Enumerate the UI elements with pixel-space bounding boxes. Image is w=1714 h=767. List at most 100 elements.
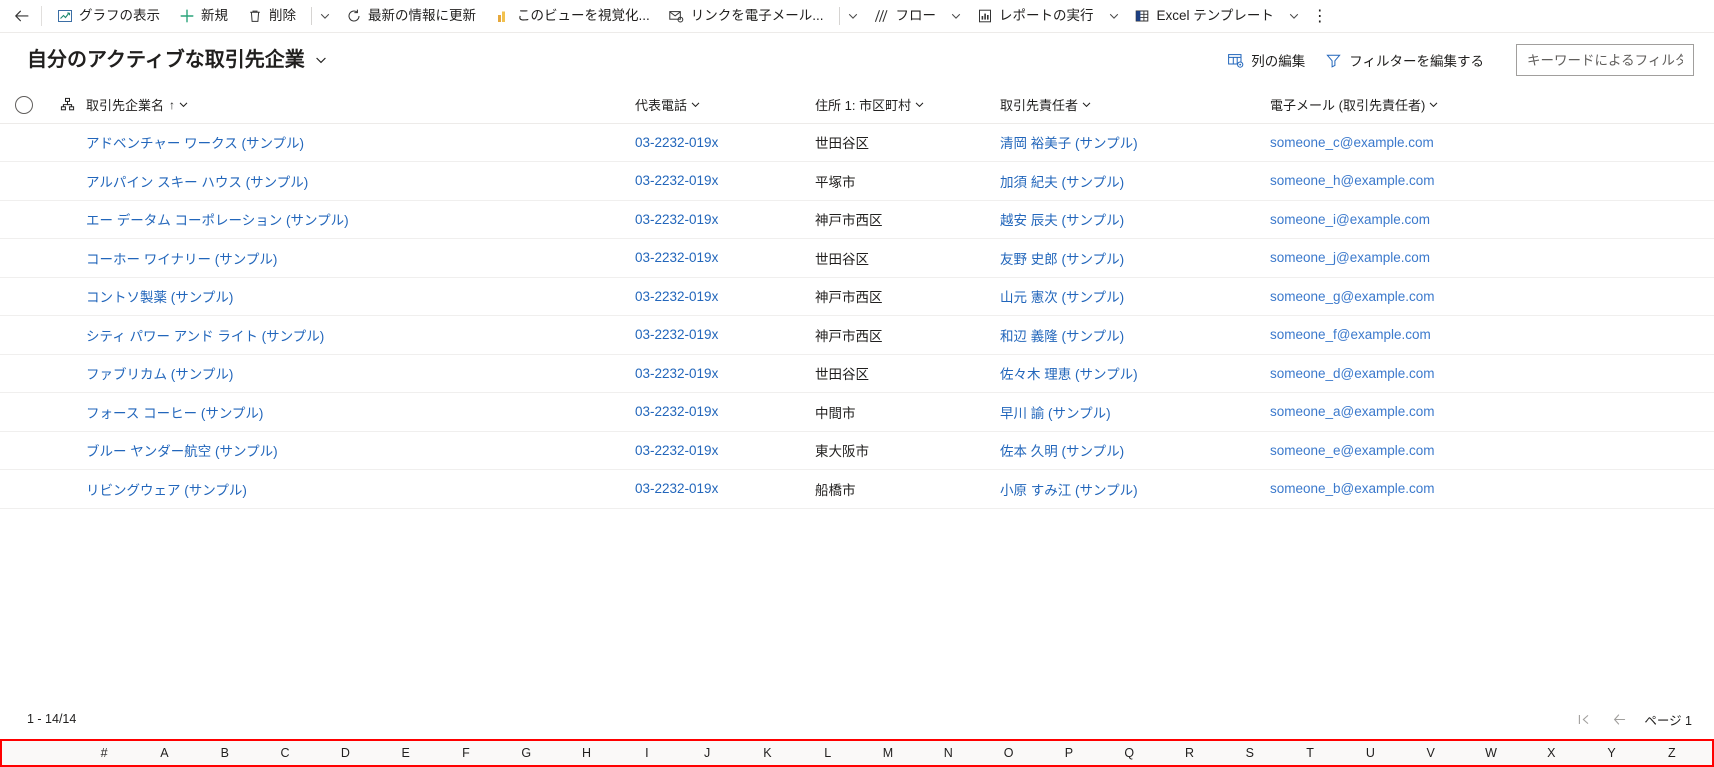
cell-email-text[interactable]: someone_b@example.com — [1270, 481, 1435, 496]
cell-email[interactable]: someone_a@example.com — [1270, 393, 1714, 432]
cell-email[interactable]: someone_f@example.com — [1270, 316, 1714, 355]
row-select-cell[interactable] — [0, 431, 48, 470]
cell-contact-text[interactable]: 早川 諭 (サンプル) — [1000, 406, 1111, 421]
chevron-down-icon[interactable] — [178, 99, 189, 110]
alpha-filter-f[interactable]: F — [436, 741, 496, 765]
cell-phone-text[interactable]: 03-2232-019x — [635, 443, 718, 458]
row-select-cell[interactable] — [0, 123, 48, 162]
cell-contact-text[interactable]: 佐々木 理恵 (サンプル) — [1000, 367, 1138, 382]
alpha-filter-h[interactable]: H — [556, 741, 616, 765]
search-input[interactable] — [1525, 51, 1685, 69]
row-select-cell[interactable] — [0, 200, 48, 239]
cell-phone-text[interactable]: 03-2232-019x — [635, 212, 718, 227]
cell-phone[interactable]: 03-2232-019x — [635, 431, 815, 470]
alpha-filter-hash[interactable]: # — [74, 741, 134, 765]
cell-phone-text[interactable]: 03-2232-019x — [635, 135, 718, 150]
cell-contact[interactable]: 友野 史郎 (サンプル) — [1000, 239, 1270, 278]
more-commands-icon[interactable]: ⋮ — [1305, 1, 1335, 31]
cell-phone[interactable]: 03-2232-019x — [635, 316, 815, 355]
cell-account-name-text[interactable]: エー データム コーポレーション (サンプル) — [86, 213, 349, 228]
cell-account-name[interactable]: アルパイン スキー ハウス (サンプル) — [86, 162, 635, 201]
cell-phone[interactable]: 03-2232-019x — [635, 393, 815, 432]
table-row[interactable]: フォース コーヒー (サンプル) 03-2232-019x 中間市 早川 諭 (サンプ… — [0, 393, 1714, 432]
table-row[interactable]: アルパイン スキー ハウス (サンプル) 03-2232-019x 平塚市 加須 紀夫… — [0, 162, 1714, 201]
cell-contact[interactable]: 加須 紀夫 (サンプル) — [1000, 162, 1270, 201]
cell-email[interactable]: someone_e@example.com — [1270, 431, 1714, 470]
alpha-filter-g[interactable]: G — [496, 741, 556, 765]
alpha-filter-z[interactable]: Z — [1642, 741, 1702, 765]
cell-email[interactable]: someone_j@example.com — [1270, 239, 1714, 278]
cell-email-text[interactable]: someone_e@example.com — [1270, 443, 1435, 458]
cell-contact[interactable]: 佐本 久明 (サンプル) — [1000, 431, 1270, 470]
cell-email[interactable]: someone_c@example.com — [1270, 123, 1714, 162]
cell-phone-text[interactable]: 03-2232-019x — [635, 404, 718, 419]
email-a-link-button[interactable]: リンクを電子メール... — [659, 1, 833, 31]
alpha-filter-x[interactable]: X — [1521, 741, 1581, 765]
cell-account-name-text[interactable]: アルパイン スキー ハウス (サンプル) — [86, 175, 308, 190]
column-header-email[interactable]: 電子メール (取引先責任者) — [1270, 87, 1714, 124]
cell-contact[interactable]: 小原 すみ江 (サンプル) — [1000, 470, 1270, 509]
cell-account-name[interactable]: リビングウェア (サンプル) — [86, 470, 635, 509]
table-row[interactable]: ファブリカム (サンプル) 03-2232-019x 世田谷区 佐々木 理恵 (サンプ… — [0, 354, 1714, 393]
cell-email-text[interactable]: someone_j@example.com — [1270, 250, 1430, 265]
cell-email[interactable]: someone_g@example.com — [1270, 277, 1714, 316]
alpha-filter-j[interactable]: J — [677, 741, 737, 765]
cell-phone-text[interactable]: 03-2232-019x — [635, 366, 718, 381]
select-all-circle-icon[interactable] — [15, 95, 33, 114]
cell-phone[interactable]: 03-2232-019x — [635, 277, 815, 316]
cell-phone[interactable]: 03-2232-019x — [635, 162, 815, 201]
chevron-down-icon[interactable] — [1081, 99, 1092, 110]
cell-email-text[interactable]: someone_h@example.com — [1270, 173, 1435, 188]
column-header-contact[interactable]: 取引先責任者 — [1000, 87, 1270, 124]
cell-phone[interactable]: 03-2232-019x — [635, 470, 815, 509]
cell-account-name-text[interactable]: ファブリカム (サンプル) — [86, 367, 233, 382]
excel-templates-chevron-down-icon[interactable] — [1283, 1, 1305, 31]
delete-chevron-down-icon[interactable] — [314, 1, 336, 31]
visualize-view-button[interactable]: このビューを視覚化... — [485, 1, 659, 31]
cell-account-name-text[interactable]: アドベンチャー ワークス (サンプル) — [86, 136, 304, 151]
alpha-filter-e[interactable]: E — [375, 741, 435, 765]
alpha-filter-l[interactable]: L — [798, 741, 858, 765]
cell-contact-text[interactable]: 和辺 義隆 (サンプル) — [1000, 329, 1124, 344]
table-row[interactable]: リビングウェア (サンプル) 03-2232-019x 船橋市 小原 すみ江 (サンプ… — [0, 470, 1714, 509]
chevron-down-icon[interactable] — [1428, 99, 1439, 110]
flow-button[interactable]: フロー — [864, 1, 946, 31]
cell-contact-text[interactable]: 佐本 久明 (サンプル) — [1000, 444, 1124, 459]
cell-account-name[interactable]: コーホー ワイナリー (サンプル) — [86, 239, 635, 278]
row-select-cell[interactable] — [0, 316, 48, 355]
cell-contact[interactable]: 越安 辰夫 (サンプル) — [1000, 200, 1270, 239]
flow-chevron-down-icon[interactable] — [945, 1, 967, 31]
alpha-filter-a[interactable]: A — [134, 741, 194, 765]
cell-email-text[interactable]: someone_g@example.com — [1270, 289, 1435, 304]
alpha-filter-i[interactable]: I — [617, 741, 677, 765]
cell-email-text[interactable]: someone_f@example.com — [1270, 327, 1431, 342]
alpha-filter-p[interactable]: P — [1039, 741, 1099, 765]
alpha-filter-t[interactable]: T — [1280, 741, 1340, 765]
table-row[interactable]: アドベンチャー ワークス (サンプル) 03-2232-019x 世田谷区 清岡 裕美… — [0, 123, 1714, 162]
cell-account-name-text[interactable]: フォース コーヒー (サンプル) — [86, 406, 263, 421]
alpha-filter-o[interactable]: O — [978, 741, 1038, 765]
cell-account-name[interactable]: ブルー ヤンダー航空 (サンプル) — [86, 431, 635, 470]
table-row[interactable]: コントソ製薬 (サンプル) 03-2232-019x 神戸市西区 山元 憲次 (サンプ… — [0, 277, 1714, 316]
run-report-chevron-down-icon[interactable] — [1103, 1, 1125, 31]
chevron-down-icon[interactable] — [314, 53, 328, 67]
alpha-filter-k[interactable]: K — [737, 741, 797, 765]
cell-contact[interactable]: 清岡 裕美子 (サンプル) — [1000, 123, 1270, 162]
cell-contact[interactable]: 山元 憲次 (サンプル) — [1000, 277, 1270, 316]
alpha-filter-v[interactable]: V — [1401, 741, 1461, 765]
table-row[interactable]: シティ パワー アンド ライト (サンプル) 03-2232-019x 神戸市西区 和… — [0, 316, 1714, 355]
new-button[interactable]: 新規 — [169, 1, 237, 31]
cell-email-text[interactable]: someone_i@example.com — [1270, 212, 1430, 227]
cell-contact-text[interactable]: 加須 紀夫 (サンプル) — [1000, 175, 1124, 190]
cell-contact[interactable]: 早川 諭 (サンプル) — [1000, 393, 1270, 432]
chevron-down-icon[interactable] — [690, 99, 701, 110]
run-report-button[interactable]: レポートの実行 — [967, 1, 1103, 31]
cell-email[interactable]: someone_h@example.com — [1270, 162, 1714, 201]
cell-contact-text[interactable]: 小原 すみ江 (サンプル) — [1000, 483, 1138, 498]
cell-phone[interactable]: 03-2232-019x — [635, 123, 815, 162]
cell-phone[interactable]: 03-2232-019x — [635, 239, 815, 278]
prev-page-icon[interactable] — [1608, 708, 1630, 730]
column-header-phone[interactable]: 代表電話 — [635, 87, 815, 124]
row-select-cell[interactable] — [0, 277, 48, 316]
cell-email[interactable]: someone_b@example.com — [1270, 470, 1714, 509]
